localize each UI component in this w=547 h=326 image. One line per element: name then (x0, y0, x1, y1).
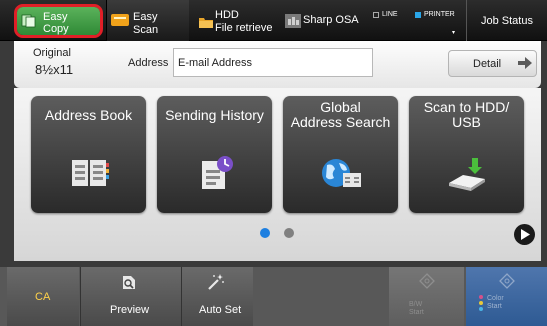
easy-scan-button[interactable]: Easy Scan (106, 0, 189, 41)
color-start-button[interactable]: Color Start (466, 267, 547, 326)
sending-history-label: Sending History (165, 107, 264, 123)
arrow-right-icon (518, 57, 532, 69)
job-status-button[interactable]: Job Status (466, 0, 547, 41)
mode-bar: Easy Copy Easy Scan HDD File retrieve Sh… (0, 0, 547, 41)
address-book-label: Address Book (44, 107, 133, 123)
global-address-search-label: Global Address Search (290, 99, 391, 130)
address-book-button[interactable]: Address Book (31, 96, 146, 213)
bw-start-label: B/W Start (409, 301, 424, 316)
easy-copy-button[interactable]: Easy Copy (14, 4, 103, 38)
color-start-label: Color Start (487, 295, 504, 310)
scan-to-hdd-usb-button[interactable]: Scan to HDD/ USB (409, 96, 524, 213)
printer-status[interactable]: PRINTER ▾ (415, 0, 460, 41)
global-address-search-icon (322, 159, 361, 187)
hdd-label: HDD File retrieve (215, 9, 273, 34)
line-indicator (373, 12, 379, 18)
sending-history-icon (202, 156, 233, 189)
magic-wand-icon (208, 274, 224, 290)
play-arrow-icon (521, 229, 530, 240)
settings-panel: Original 8½x11 Address E-mail Address De… (14, 41, 541, 88)
job-status-label: Job Status (481, 15, 533, 27)
printer-indicator (415, 12, 421, 18)
easy-copy-label: Easy Copy (43, 11, 69, 35)
easy-scan-screen: Easy Copy Easy Scan HDD File retrieve Sh… (0, 0, 547, 326)
preview-icon (123, 276, 135, 289)
scan-to-hdd-usb-label: Scan to HDD/ USB (423, 99, 510, 130)
osa-icon (285, 14, 301, 28)
page-indicator-inactive[interactable] (284, 228, 294, 238)
function-area: Address Book Sending History Global Addr… (14, 88, 541, 261)
sending-history-button[interactable]: Sending History (157, 96, 272, 213)
preview-label: Preview (110, 304, 150, 316)
color-dots-icon (479, 295, 483, 311)
easy-scan-label: Easy Scan (133, 11, 159, 36)
printer-label: PRINTER (424, 11, 455, 18)
sharp-osa-label: Sharp OSA (303, 14, 359, 26)
detail-label: Detail (473, 58, 502, 70)
start-diamond-icon (419, 273, 435, 289)
detail-button[interactable]: Detail (448, 50, 537, 77)
next-page-button[interactable] (514, 224, 535, 245)
address-book-icon (72, 160, 109, 186)
address-label: Address (128, 57, 169, 69)
preview-button[interactable]: Preview (80, 267, 181, 326)
action-bar: CA Preview Auto Set B/W Start Color Star… (0, 267, 547, 326)
original-size-button[interactable]: 8½x11 (35, 62, 73, 77)
clear-all-label: CA (35, 291, 51, 303)
auto-set-button[interactable]: Auto Set (181, 267, 253, 326)
hdd-file-retrieve-button[interactable]: HDD File retrieve (191, 0, 279, 41)
page-indicator-active (260, 228, 270, 238)
global-address-search-button[interactable]: Global Address Search (283, 96, 398, 213)
folder-icon (199, 18, 213, 28)
address-value: E-mail Address (178, 57, 252, 69)
clear-all-button[interactable]: CA (7, 267, 79, 326)
expand-arrow-icon: ▾ (452, 30, 456, 36)
address-field[interactable]: E-mail Address (173, 48, 373, 77)
original-label: Original (33, 47, 71, 59)
scan-to-hdd-usb-icon (449, 158, 485, 191)
sharp-osa-button[interactable]: Sharp OSA (282, 0, 368, 41)
copy-icon (21, 14, 36, 28)
bw-start-button[interactable]: B/W Start (389, 267, 464, 326)
start-diamond-icon (499, 273, 515, 289)
line-label: LINE (382, 11, 398, 18)
auto-set-label: Auto Set (199, 304, 242, 316)
scan-icon (111, 14, 129, 26)
